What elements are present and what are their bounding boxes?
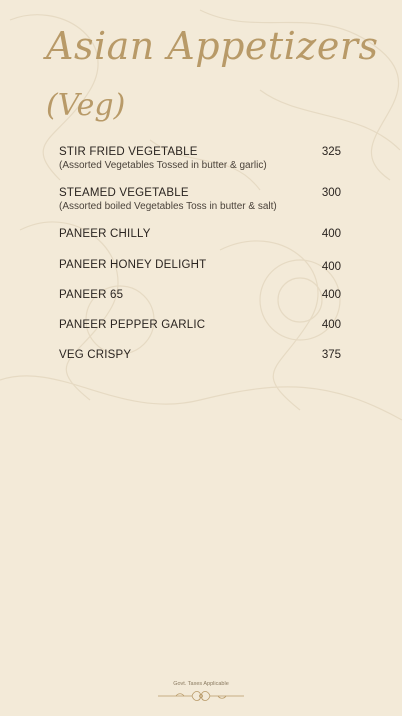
tax-note: Govt. Taxes Applicable — [173, 681, 229, 687]
menu-title: Asian Appetizers — [46, 24, 379, 68]
menu-item: VEG CRISPY 375 — [59, 348, 341, 368]
menu-item: PANEER HONEY DELIGHT 400 — [59, 258, 341, 288]
menu-item: PANEER PEPPER GARLIC 400 — [59, 318, 341, 348]
flourish-ornament-icon — [158, 691, 244, 701]
item-price: 375 — [321, 349, 341, 361]
item-price: 325 — [321, 146, 341, 158]
menu-item: PANEER CHILLY 400 — [59, 227, 341, 258]
item-name: PANEER CHILLY — [59, 228, 151, 240]
item-price: 400 — [321, 228, 341, 240]
item-price: 400 — [321, 319, 341, 331]
item-description: (Assorted Vegetables Tossed in butter & … — [59, 160, 267, 171]
item-description: (Assorted boiled Vegetables Toss in butt… — [59, 201, 277, 212]
item-price: 300 — [321, 187, 341, 199]
item-name: STEAMED VEGETABLE — [59, 187, 189, 199]
menu-list: STIR FRIED VEGETABLE (Assorted Vegetable… — [59, 145, 341, 368]
menu-subtitle: (Veg) — [46, 88, 126, 123]
menu-item: PANEER 65 400 — [59, 288, 341, 318]
footer: Govt. Taxes Applicable — [0, 681, 402, 704]
item-price: 400 — [321, 289, 341, 301]
item-name: PANEER 65 — [59, 289, 124, 301]
item-name: PANEER PEPPER GARLIC — [59, 319, 206, 331]
menu-item: STIR FRIED VEGETABLE (Assorted Vegetable… — [59, 145, 341, 186]
item-name: STIR FRIED VEGETABLE — [59, 146, 198, 158]
item-name: PANEER HONEY DELIGHT — [59, 259, 207, 271]
item-price: 400 — [321, 261, 341, 273]
menu-item: STEAMED VEGETABLE (Assorted boiled Veget… — [59, 186, 341, 227]
item-name: VEG CRISPY — [59, 349, 132, 361]
